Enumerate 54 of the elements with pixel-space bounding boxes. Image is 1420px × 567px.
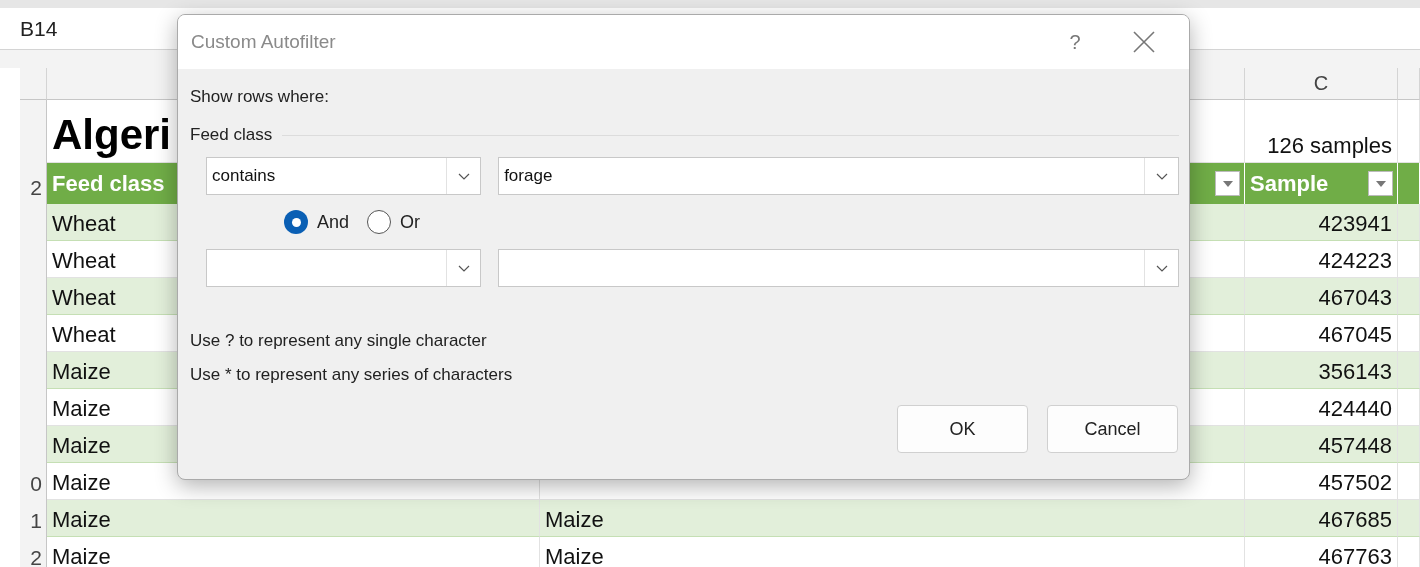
filter-dropdown-button[interactable] (1215, 171, 1240, 196)
chevron-down-icon (457, 172, 470, 180)
table-cell: 467045 (1245, 315, 1398, 352)
column-heading: Sample (1250, 170, 1329, 197)
row-header[interactable] (20, 100, 47, 163)
chevron-down-icon (1155, 264, 1168, 272)
operator-dropdown[interactable] (206, 249, 482, 287)
table-cell: 126 samples (1245, 100, 1398, 163)
table-cell: 467685 (1245, 500, 1398, 537)
group-label: Feed class (190, 125, 273, 145)
dialog-title: Custom Autofilter (191, 31, 337, 53)
operator-dropdown[interactable]: contains (206, 157, 482, 195)
table-cell: Maize (540, 500, 1245, 537)
hint-text: Use ? to represent any single character (190, 331, 488, 351)
chevron-down-icon (1155, 172, 1168, 180)
row-number[interactable]: 2 (20, 163, 47, 204)
value-combobox[interactable] (498, 249, 1179, 287)
select-all-corner[interactable] (20, 68, 47, 100)
filter-dropdown-button[interactable] (1368, 171, 1393, 196)
column-header[interactable] (1398, 68, 1420, 100)
close-icon (1133, 31, 1155, 53)
ok-button[interactable]: OK (897, 405, 1028, 453)
caret-down-icon (1375, 180, 1386, 187)
value-combobox[interactable]: forage (498, 157, 1179, 195)
radio-option[interactable]: Or (367, 210, 421, 234)
hint-text: Use * to represent any series of characters (190, 365, 514, 385)
row-number[interactable]: 0 (20, 463, 47, 500)
table-cell (1398, 100, 1420, 163)
table-cell (1398, 500, 1420, 537)
table-cell (1398, 352, 1420, 389)
column-header[interactable]: C (1245, 68, 1398, 100)
table-cell: 356143 (1245, 352, 1398, 389)
row-number[interactable]: 1 (20, 500, 47, 537)
table-cell: Maize (47, 500, 540, 537)
cancel-button[interactable]: Cancel (1047, 405, 1178, 453)
row-number[interactable]: 2 (20, 537, 47, 567)
radio-option[interactable]: And (284, 210, 350, 234)
table-cell: 423941 (1245, 204, 1398, 241)
table-cell: 457502 (1245, 463, 1398, 500)
table-cell: 424223 (1245, 241, 1398, 278)
table-cell (1398, 204, 1420, 241)
table-cell (1398, 463, 1420, 500)
table-cell (1398, 389, 1420, 426)
table-cell (1398, 278, 1420, 315)
table-cell (1398, 315, 1420, 352)
help-button[interactable]: ? (1055, 29, 1095, 55)
caret-down-icon (1222, 180, 1233, 187)
table-cell: 424440 (1245, 389, 1398, 426)
table-cell: 457448 (1245, 426, 1398, 463)
table-cell (1398, 241, 1420, 278)
name-box[interactable]: B14 (20, 16, 58, 41)
table-cell: 467043 (1245, 278, 1398, 315)
chevron-down-icon (457, 264, 470, 272)
table-cell (1398, 426, 1420, 463)
